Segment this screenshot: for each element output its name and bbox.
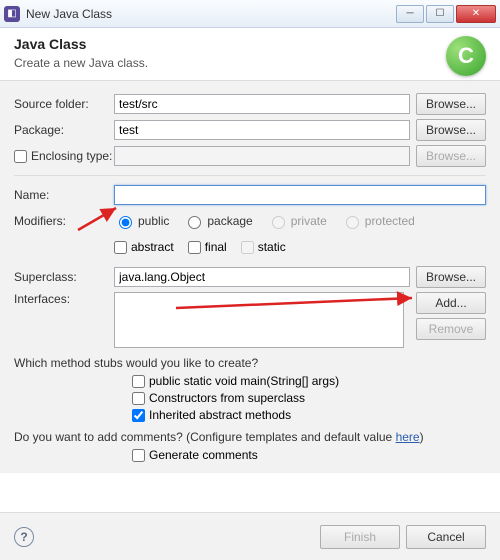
name-label: Name:: [14, 188, 114, 202]
enclosing-type-checkbox[interactable]: [14, 150, 27, 163]
modifier-final-checkbox[interactable]: [188, 241, 201, 254]
help-icon[interactable]: ?: [14, 527, 34, 547]
dialog-footer: ? Finish Cancel: [0, 512, 500, 560]
dialog-content: Source folder: Browse... Package: Browse…: [0, 81, 500, 473]
stub-inherited-checkbox[interactable]: [132, 409, 145, 422]
superclass-input[interactable]: [114, 267, 410, 287]
configure-here-link[interactable]: here: [396, 430, 420, 444]
modifier-protected-radio: [346, 216, 359, 229]
close-button[interactable]: ✕: [456, 5, 496, 23]
interfaces-listbox[interactable]: [114, 292, 404, 348]
header-title: Java Class: [14, 36, 486, 52]
stub-constructors-checkbox[interactable]: [132, 392, 145, 405]
stubs-question: Which method stubs would you like to cre…: [14, 356, 486, 370]
source-folder-input[interactable]: [114, 94, 410, 114]
name-input[interactable]: [114, 185, 486, 205]
package-input[interactable]: [114, 120, 410, 140]
minimize-button[interactable]: ─: [396, 5, 424, 23]
enclosing-type-label: Enclosing type:: [31, 149, 112, 163]
app-icon: ◧: [4, 6, 20, 22]
modifier-abstract-checkbox[interactable]: [114, 241, 127, 254]
interfaces-label: Interfaces:: [14, 292, 114, 306]
modifier-public-radio[interactable]: [119, 216, 132, 229]
stub-main-checkbox[interactable]: [132, 375, 145, 388]
package-browse-button[interactable]: Browse...: [416, 119, 486, 141]
class-icon: C: [446, 36, 486, 76]
enclosing-type-browse-button: Browse...: [416, 145, 486, 167]
modifier-static-checkbox: [241, 241, 254, 254]
generate-comments-checkbox[interactable]: [132, 449, 145, 462]
package-label: Package:: [14, 123, 114, 137]
modifier-private-radio: [272, 216, 285, 229]
finish-button: Finish: [320, 525, 400, 549]
source-folder-browse-button[interactable]: Browse...: [416, 93, 486, 115]
enclosing-type-input: [114, 146, 410, 166]
modifiers-label: Modifiers:: [14, 214, 114, 228]
source-folder-label: Source folder:: [14, 97, 114, 111]
superclass-label: Superclass:: [14, 270, 114, 284]
modifier-package-radio[interactable]: [188, 216, 201, 229]
superclass-browse-button[interactable]: Browse...: [416, 266, 486, 288]
header-subtitle: Create a new Java class.: [14, 56, 486, 70]
comments-question: Do you want to add comments? (Configure …: [14, 430, 486, 444]
cancel-button[interactable]: Cancel: [406, 525, 486, 549]
titlebar: ◧ New Java Class ─ ☐ ✕: [0, 0, 500, 28]
interfaces-remove-button: Remove: [416, 318, 486, 340]
maximize-button[interactable]: ☐: [426, 5, 454, 23]
interfaces-add-button[interactable]: Add...: [416, 292, 486, 314]
dialog-header: Java Class Create a new Java class. C: [0, 28, 500, 81]
window-title: New Java Class: [26, 7, 396, 21]
